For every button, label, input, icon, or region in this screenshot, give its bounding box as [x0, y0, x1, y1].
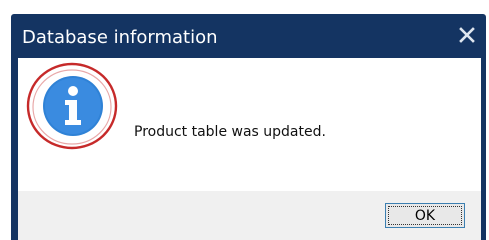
close-icon: [459, 27, 475, 43]
ok-button-label: OK: [414, 207, 436, 224]
title-bar[interactable]: Database information: [11, 14, 486, 58]
message-text: Product table was updated.: [134, 124, 326, 140]
close-button[interactable]: [452, 20, 482, 50]
dialog-content: Product table was updated.: [18, 58, 481, 191]
ok-button[interactable]: OK: [385, 203, 465, 228]
info-dot: [68, 86, 78, 96]
window-title: Database information: [22, 27, 218, 48]
dialog-window: Database information Product table was u…: [11, 14, 486, 240]
dialog-footer: OK: [18, 191, 481, 240]
info-icon-highlight: [26, 62, 118, 154]
info-icon: [26, 62, 118, 150]
